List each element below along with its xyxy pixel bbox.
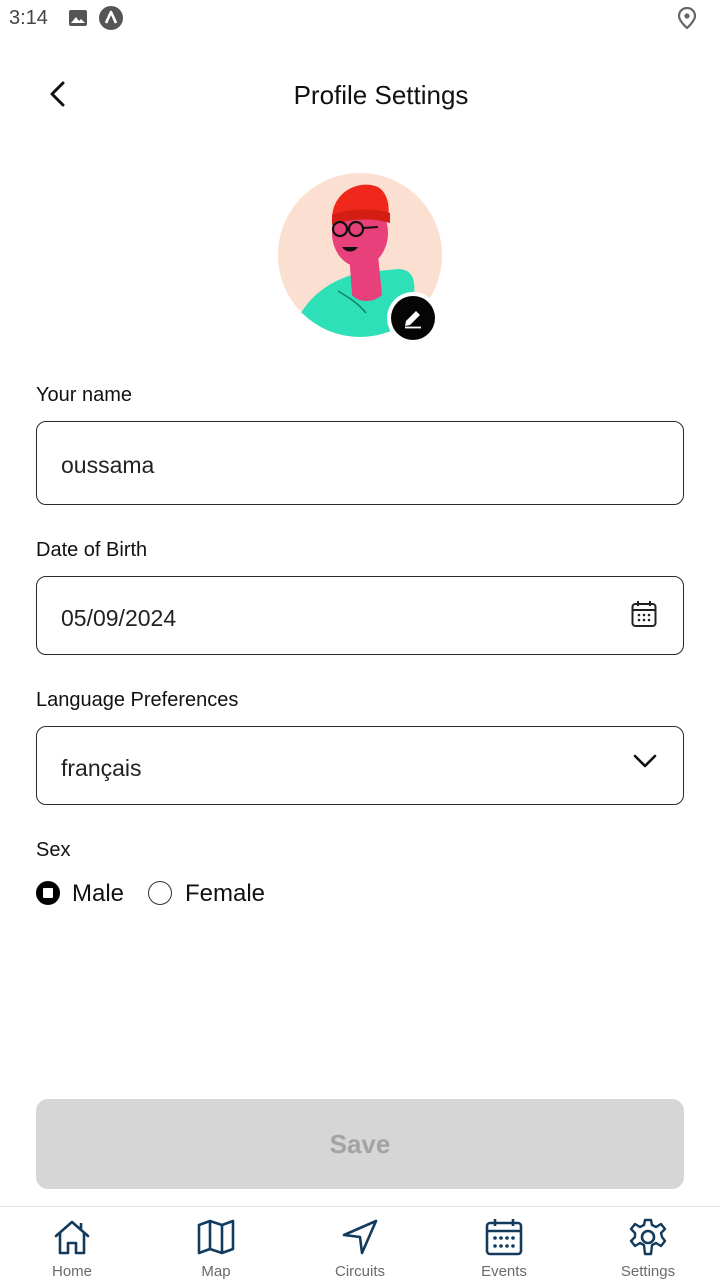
gear-icon — [629, 1218, 667, 1256]
sex-radio-group: Male Female — [36, 880, 336, 912]
male-label[interactable]: Male — [72, 880, 124, 908]
nav-label-settings: Settings — [620, 1263, 676, 1280]
edit-avatar-button[interactable] — [387, 292, 439, 344]
dob-label: Date of Birth — [36, 539, 148, 561]
app-logo-icon — [99, 6, 123, 30]
name-label: Your name — [36, 384, 132, 406]
language-value: français — [61, 755, 142, 781]
nav-label-map: Map — [201, 1263, 231, 1280]
dob-value: 05/09/2024 — [61, 605, 177, 631]
nav-item-home[interactable]: Home — [0, 1207, 144, 1280]
avatar-section — [278, 173, 444, 344]
location-pin-icon — [677, 7, 697, 29]
language-select[interactable]: français — [36, 726, 684, 805]
nav-item-map[interactable]: Map — [144, 1207, 288, 1280]
map-icon — [197, 1219, 235, 1255]
nav-item-events[interactable]: Events — [432, 1207, 576, 1280]
status-time: 3:14 — [9, 7, 48, 29]
name-input[interactable]: oussama — [36, 421, 684, 505]
bottom-nav: Home Map Circuits Events Settings — [0, 1206, 720, 1280]
chevron-down-icon — [633, 754, 657, 768]
nav-label-circuits: Circuits — [334, 1263, 385, 1280]
navigation-arrow-icon — [342, 1219, 378, 1255]
status-bar: 3:14 — [0, 0, 720, 38]
sex-label: Sex — [36, 839, 71, 861]
nav-item-circuits[interactable]: Circuits — [288, 1207, 432, 1280]
nav-item-settings[interactable]: Settings — [576, 1207, 720, 1280]
pencil-icon — [405, 311, 421, 329]
name-value: oussama — [61, 452, 155, 478]
language-label: Language Preferences — [36, 689, 239, 711]
male-radio[interactable] — [36, 881, 60, 905]
calendar-icon[interactable] — [631, 600, 657, 628]
nav-label-events: Events — [481, 1263, 527, 1280]
home-icon — [54, 1220, 90, 1255]
female-label[interactable]: Female — [185, 880, 265, 908]
dob-input[interactable]: 05/09/2024 — [36, 576, 684, 655]
image-icon — [69, 10, 87, 26]
calendar-icon — [485, 1219, 523, 1256]
nav-label-home: Home — [51, 1263, 92, 1280]
female-radio[interactable] — [148, 881, 172, 905]
page-title: Profile Settings — [293, 80, 469, 110]
save-button[interactable]: Save — [36, 1099, 684, 1189]
header: Profile Settings — [0, 60, 720, 130]
